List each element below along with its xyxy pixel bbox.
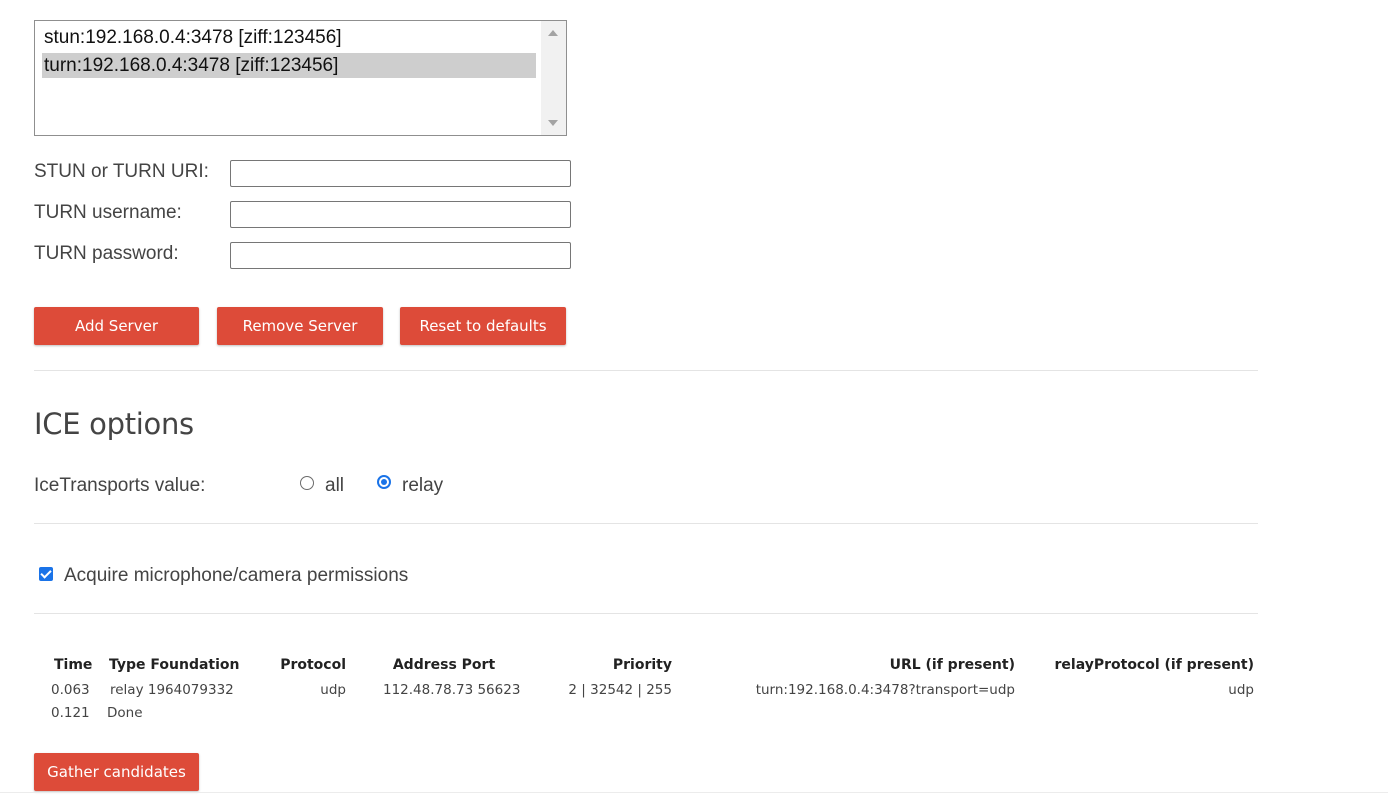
- divider: [34, 523, 1258, 524]
- username-label: TURN username:: [34, 202, 182, 223]
- divider: [34, 370, 1258, 371]
- cell-time: 0.063: [51, 682, 90, 698]
- header-type-foundation: Type Foundation: [109, 657, 240, 673]
- header-time: Time: [54, 657, 93, 673]
- radio-relay[interactable]: [377, 475, 391, 489]
- gather-candidates-button[interactable]: Gather candidates: [34, 753, 199, 791]
- add-server-button[interactable]: Add Server: [34, 307, 199, 345]
- header-protocol: Protocol: [280, 657, 346, 673]
- cell-priority: 2 | 32542 | 255: [568, 682, 672, 698]
- scrollbar[interactable]: [541, 21, 566, 135]
- ice-transports-label: IceTransports value:: [34, 475, 206, 496]
- remove-server-button[interactable]: Remove Server: [217, 307, 383, 345]
- server-option[interactable]: stun:192.168.0.4:3478 [ziff:123456]: [42, 25, 536, 50]
- cell-status: Done: [107, 705, 143, 721]
- uri-input[interactable]: [230, 160, 571, 187]
- server-option-selected[interactable]: turn:192.168.0.4:3478 [ziff:123456]: [42, 53, 536, 78]
- header-address-port: Address Port: [392, 657, 496, 673]
- uri-label: STUN or TURN URI:: [34, 161, 209, 182]
- permissions-checkbox[interactable]: [39, 567, 53, 581]
- divider: [0, 792, 1388, 793]
- radio-relay-label[interactable]: relay: [402, 475, 443, 497]
- cell-protocol: udp: [320, 682, 346, 698]
- cell-type-foundation: relay 1964079332: [110, 682, 234, 698]
- divider: [34, 613, 1258, 614]
- radio-all-label[interactable]: all: [325, 475, 344, 497]
- ice-options-title: ICE options: [34, 407, 194, 441]
- cell-time: 0.121: [51, 705, 90, 721]
- radio-all[interactable]: [300, 476, 314, 490]
- header-priority: Priority: [612, 657, 672, 673]
- cell-address-port: 112.48.78.73 56623: [383, 682, 521, 698]
- scroll-down-arrow-icon[interactable]: [548, 120, 558, 126]
- permissions-label[interactable]: Acquire microphone/camera permissions: [64, 565, 408, 587]
- header-relay-protocol: relayProtocol (if present): [1054, 657, 1255, 673]
- header-url: URL (if present): [889, 657, 1015, 673]
- password-label: TURN password:: [34, 243, 179, 264]
- reset-defaults-button[interactable]: Reset to defaults: [400, 307, 566, 345]
- server-list[interactable]: stun:192.168.0.4:3478 [ziff:123456] turn…: [34, 20, 567, 136]
- cell-url: turn:192.168.0.4:3478?transport=udp: [755, 682, 1015, 698]
- username-input[interactable]: [230, 201, 571, 228]
- password-input[interactable]: [230, 242, 571, 269]
- scroll-up-arrow-icon[interactable]: [548, 30, 558, 36]
- cell-relay-protocol: udp: [1228, 682, 1254, 698]
